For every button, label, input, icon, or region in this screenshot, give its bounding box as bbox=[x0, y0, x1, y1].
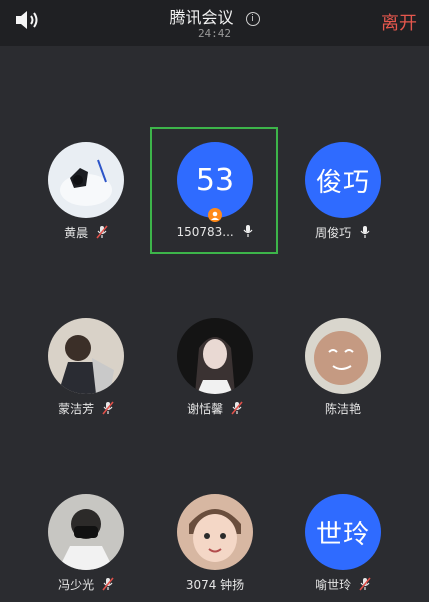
leave-button[interactable]: 离开 bbox=[381, 9, 417, 35]
participant-tile[interactable]: 陈洁艳 bbox=[288, 304, 398, 424]
info-icon[interactable]: i bbox=[245, 12, 260, 26]
avatar-initials: 53 bbox=[195, 162, 235, 198]
participant-name: 黄晨 bbox=[64, 226, 89, 240]
host-badge-icon bbox=[208, 208, 222, 222]
avatar-initials: 世玲 bbox=[315, 519, 370, 550]
participant-name: 蒙洁芳 bbox=[58, 402, 95, 416]
participant-avatar: 53 bbox=[177, 142, 253, 218]
top-bar: 腾讯会议 i 24:42 离开 bbox=[0, 0, 429, 46]
participant-tile[interactable]: 俊巧 周俊巧 bbox=[288, 128, 398, 248]
participant-name-row: 3074 钟扬 bbox=[160, 576, 270, 593]
participant-name-row: 蒙洁芳 bbox=[31, 400, 141, 417]
participant-tile[interactable]: 3074 钟扬 bbox=[160, 480, 270, 600]
mic-muted-icon bbox=[359, 577, 371, 591]
participant-avatar bbox=[48, 494, 124, 570]
meeting-timer: 24:42 bbox=[197, 27, 232, 40]
participant-name: 150783... bbox=[176, 225, 234, 239]
participant-name-row: 陈洁艳 bbox=[288, 400, 398, 417]
meeting-title-text: 腾讯会议 bbox=[169, 8, 234, 27]
participant-avatar bbox=[48, 318, 124, 394]
participant-tile[interactable]: 蒙洁芳 bbox=[31, 304, 141, 424]
participant-tile[interactable]: 冯少光 bbox=[31, 480, 141, 600]
mic-muted-icon bbox=[96, 225, 108, 239]
participant-name-row: 150783... bbox=[160, 224, 270, 239]
participant-avatar bbox=[177, 318, 253, 394]
mic-icon bbox=[359, 225, 371, 239]
participant-name: 3074 钟扬 bbox=[185, 578, 245, 592]
participant-name: 周俊巧 bbox=[315, 226, 352, 240]
participant-name: 谢恬馨 bbox=[187, 402, 224, 416]
participant-avatar: 俊巧 bbox=[305, 142, 381, 218]
mic-muted-icon bbox=[231, 401, 243, 415]
participant-avatar bbox=[48, 142, 124, 218]
participant-name-row: 喻世玲 bbox=[288, 576, 398, 593]
participant-name-row: 谢恬馨 bbox=[160, 400, 270, 417]
participant-avatar bbox=[177, 494, 253, 570]
participant-avatar: 世玲 bbox=[305, 494, 381, 570]
participant-tile[interactable]: 谢恬馨 bbox=[160, 304, 270, 424]
participant-tile[interactable]: 黄晨 bbox=[31, 128, 141, 248]
mic-muted-icon bbox=[102, 401, 114, 415]
participant-name-row: 冯少光 bbox=[31, 576, 141, 593]
meeting-title: 腾讯会议 i bbox=[0, 4, 429, 28]
participant-name: 喻世玲 bbox=[315, 578, 352, 592]
participant-avatar bbox=[305, 318, 381, 394]
participant-tile[interactable]: 世玲 喻世玲 bbox=[288, 480, 398, 600]
participant-name-row: 黄晨 bbox=[31, 224, 141, 241]
participant-tile[interactable]: 53 150783... bbox=[160, 128, 270, 248]
mic-icon bbox=[242, 224, 254, 238]
mic-muted-icon bbox=[102, 577, 114, 591]
participant-name-row: 周俊巧 bbox=[288, 224, 398, 241]
participant-name: 陈洁艳 bbox=[324, 402, 361, 416]
participant-name: 冯少光 bbox=[58, 578, 95, 592]
avatar-initials: 俊巧 bbox=[315, 167, 370, 198]
